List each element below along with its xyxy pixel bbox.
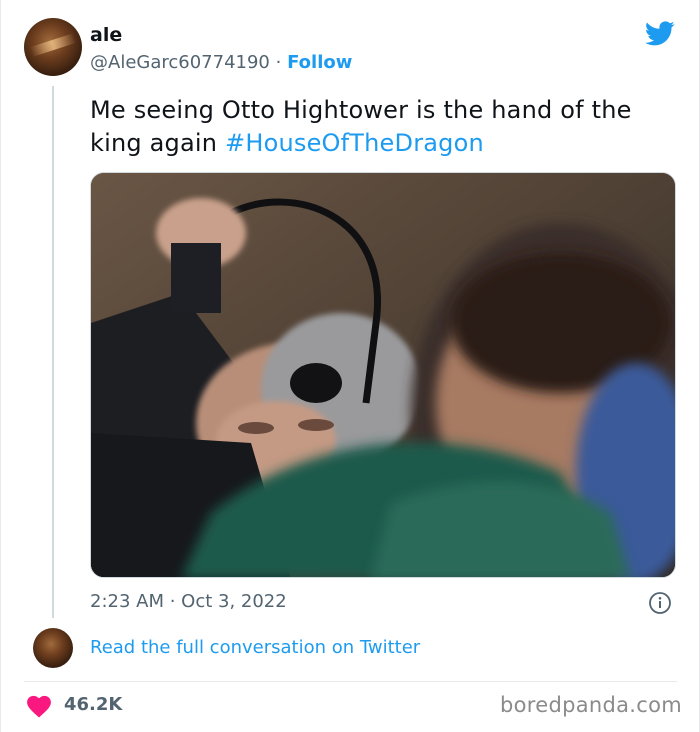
tweet-text: Me seeing Otto Hightower is the hand of … [90, 94, 680, 160]
author-name[interactable]: ale [90, 24, 122, 46]
author-handle-row: @AleGarc60774190 · Follow [90, 52, 352, 73]
hashtag-link[interactable]: #HouseOfTheDragon [225, 129, 484, 157]
avatar-highlight [29, 33, 77, 57]
tweet-photo[interactable] [90, 172, 676, 578]
info-icon[interactable] [648, 591, 672, 615]
handle-separator: · [275, 52, 282, 73]
card-border-left [0, 0, 1, 732]
thread-line [52, 86, 54, 618]
like-count: 46.2K [64, 694, 123, 715]
divider [24, 681, 677, 682]
site-watermark: boredpanda.com [500, 693, 683, 717]
follow-button[interactable]: Follow [287, 52, 352, 73]
author-handle[interactable]: @AleGarc60774190 [90, 52, 270, 73]
photo-illustration [91, 173, 675, 577]
twitter-bird-icon[interactable] [643, 18, 677, 48]
author-avatar[interactable] [24, 18, 82, 76]
heart-icon[interactable] [26, 694, 52, 718]
tweet-card: ale @AleGarc60774190 · Follow Me seeing … [0, 0, 700, 732]
read-conversation-link[interactable]: Read the full conversation on Twitter [90, 637, 420, 658]
reply-avatar[interactable] [33, 628, 73, 668]
tweet-timestamp[interactable]: 2:23 AM · Oct 3, 2022 [90, 591, 287, 612]
